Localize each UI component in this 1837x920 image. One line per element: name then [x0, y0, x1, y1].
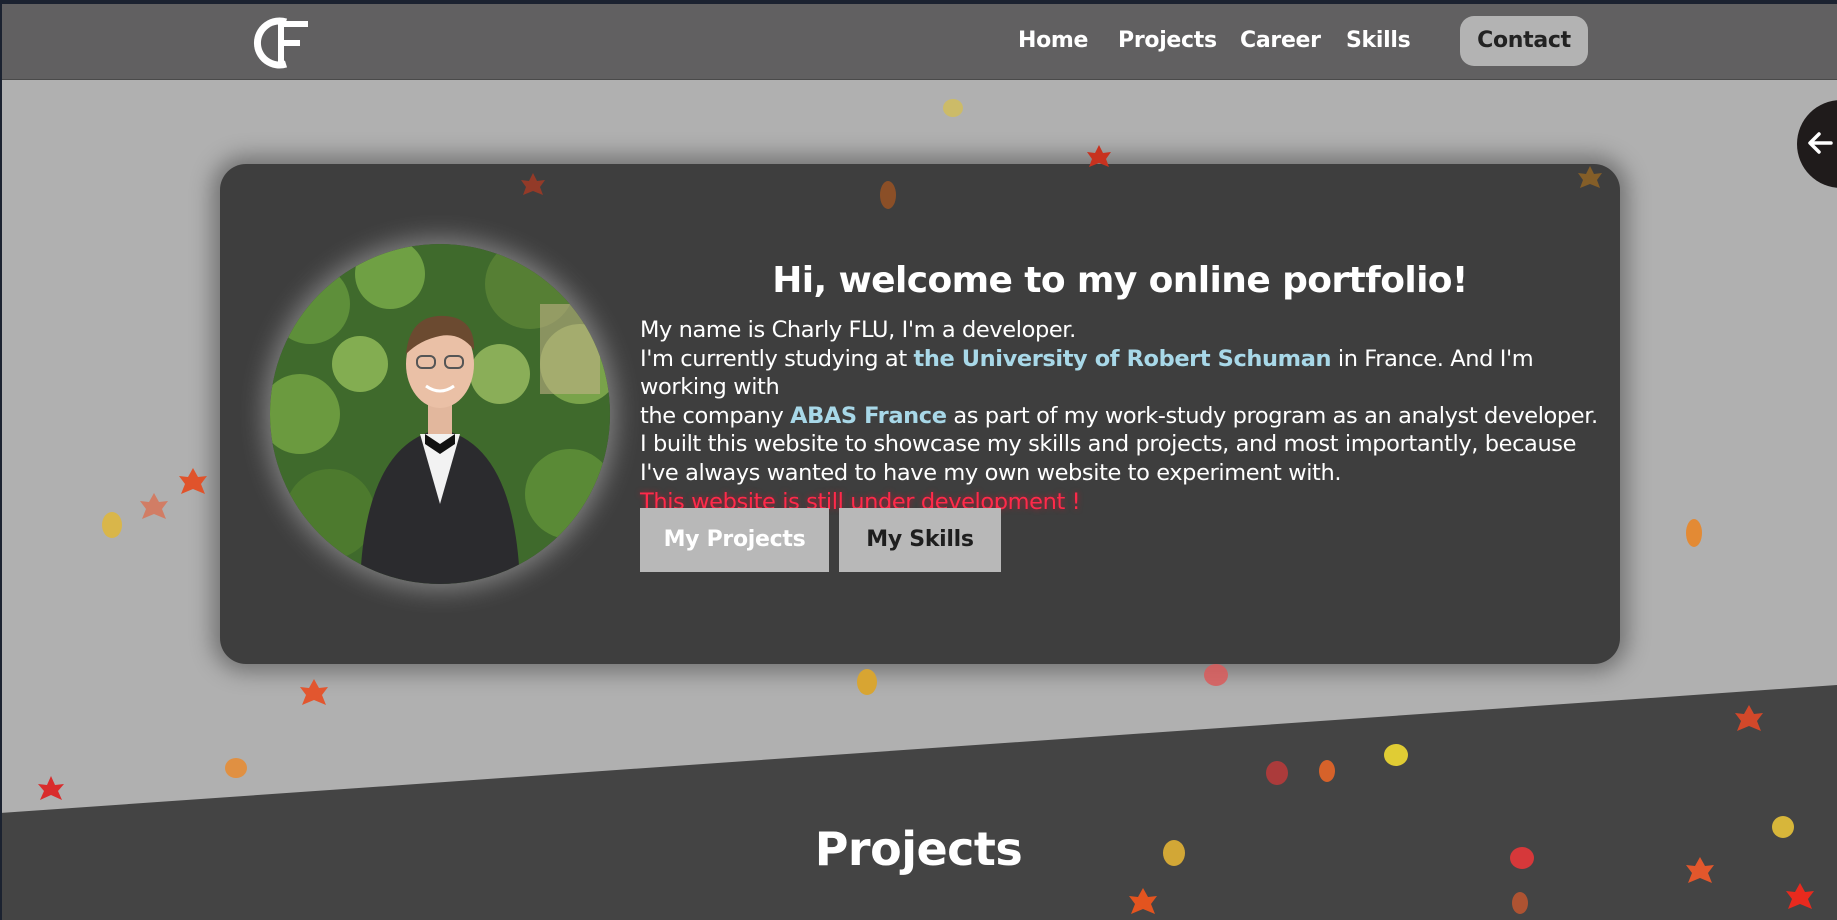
nav-career[interactable]: Career: [1240, 28, 1321, 53]
window-left-border: [0, 0, 2, 920]
nav-skills[interactable]: Skills: [1346, 28, 1411, 53]
motivation-line-2: I've always wanted to have my own websit…: [640, 459, 1342, 486]
work-line: the company ABAS France as part of my wo…: [640, 402, 1610, 431]
contact-button[interactable]: Contact: [1460, 16, 1588, 66]
study-line: I'm currently studying at the University…: [640, 345, 1610, 402]
projects-section-title: Projects: [814, 822, 1023, 876]
profile-photo: [270, 244, 610, 584]
my-projects-button[interactable]: My Projects: [640, 508, 829, 572]
work-text-pre: the company: [640, 402, 791, 429]
logo-icon[interactable]: CF: [252, 14, 312, 70]
hero-description: My name is Charly FLU, I'm a developer. …: [640, 316, 1610, 516]
arrow-left-icon: [1808, 132, 1833, 154]
work-text-post: as part of my work-study program as an a…: [946, 402, 1598, 429]
study-text-pre: I'm currently studying at: [640, 345, 914, 372]
company-link[interactable]: ABAS France: [790, 403, 947, 429]
nav-home[interactable]: Home: [1018, 28, 1088, 53]
nav-projects[interactable]: Projects: [1118, 28, 1217, 53]
navbar: CF Home Projects Career Skills Contact: [2, 4, 1837, 80]
hero-title: Hi, welcome to my online portfolio!: [772, 260, 1468, 301]
motivation-line: I built this website to showcase my skil…: [640, 431, 1577, 458]
university-link[interactable]: the University of Robert Schuman: [914, 346, 1332, 372]
intro-line: My name is Charly FLU, I'm a developer.: [640, 317, 1076, 343]
hero-card: Hi, welcome to my online portfolio! My n…: [220, 164, 1620, 664]
my-skills-button[interactable]: My Skills: [839, 508, 1001, 572]
